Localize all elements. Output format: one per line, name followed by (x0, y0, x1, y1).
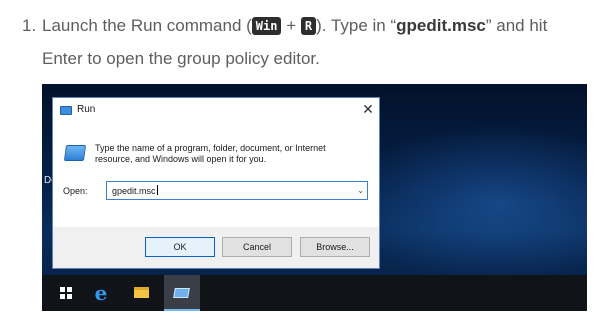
step-number: 1. (22, 16, 37, 35)
open-label: Open: (63, 186, 88, 196)
run-icon (173, 288, 190, 298)
cancel-button[interactable]: Cancel (222, 237, 292, 257)
step-text: Launch the Run command (Win + R). Type i… (42, 9, 592, 75)
run-title-icon (60, 106, 72, 115)
key-plus: + (286, 16, 297, 35)
run-taskbar-button[interactable] (164, 275, 200, 311)
edge-browser-icon[interactable]: e (84, 275, 118, 311)
run-dialog-title: Run (77, 104, 96, 115)
file-explorer-button[interactable] (124, 275, 158, 311)
run-dialog: Run ✕ Type the name of a program, folder… (52, 97, 380, 269)
open-input-value[interactable]: gpedit.msc (112, 185, 158, 196)
taskbar: e (42, 275, 587, 311)
command-text: gpedit.msc (396, 16, 486, 35)
step-text-before: Launch the Run command ( (42, 16, 252, 35)
open-combobox[interactable]: gpedit.msc ⌄ (106, 181, 368, 200)
ok-button[interactable]: OK (145, 237, 215, 257)
step-text-after-keys: ). Type in “ (316, 16, 397, 35)
start-button[interactable] (48, 275, 82, 311)
folder-icon (134, 287, 149, 298)
run-dialog-message: Type the name of a program, folder, docu… (95, 143, 326, 164)
desktop-screenshot: De Run ✕ Type the name of a program, fol… (42, 84, 587, 311)
key-win: Win (251, 17, 282, 35)
chevron-down-icon[interactable]: ⌄ (357, 186, 364, 195)
browse-button[interactable]: Browse... (300, 237, 370, 257)
windows-logo-icon (60, 287, 72, 299)
close-icon[interactable]: ✕ (357, 100, 379, 118)
run-program-icon (63, 145, 87, 161)
text-caret (156, 185, 158, 195)
key-r: R (300, 17, 317, 35)
